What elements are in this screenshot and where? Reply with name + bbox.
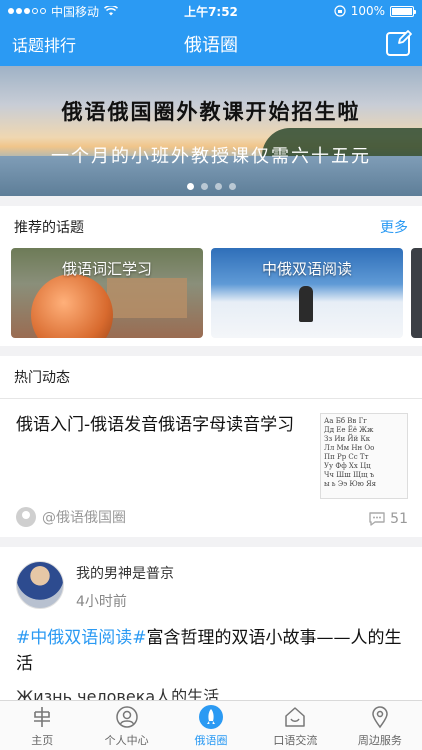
thumb-line: Чч Шш Щщ ъ: [324, 471, 375, 479]
recommended-topics: 推荐的话题 更多 俄语词汇学习 中俄双语阅读: [0, 206, 422, 346]
pager-dot[interactable]: [228, 183, 236, 190]
orientation-lock-icon: [334, 5, 346, 17]
thumb-line: ы ь Ээ Юю Яя: [324, 480, 377, 488]
house-chat-icon: [282, 704, 308, 730]
tab-speaking[interactable]: 口语交流: [253, 701, 337, 750]
signal-icon: [8, 8, 46, 14]
topic-label: 俄语词汇学习: [61, 260, 152, 278]
banner-subline: 一个月的小班外教授课仅需六十五元: [51, 146, 371, 167]
more-link[interactable]: 更多: [380, 217, 408, 237]
tab-russian-circle[interactable]: 俄语圈: [169, 701, 253, 750]
tab-bar: 主页 个人中心 俄语圈 口语交流 周边服务: [0, 700, 422, 750]
home-icon: [29, 704, 55, 730]
compose-icon[interactable]: [386, 30, 412, 56]
tab-nearby[interactable]: 周边服务: [338, 701, 422, 750]
post-time: 4小时前: [76, 594, 127, 610]
person-icon: [114, 704, 140, 730]
tab-label: 个人中心: [104, 733, 149, 747]
status-bar: 中国移动 上午7:52 100%: [0, 0, 422, 22]
hot-header: 热门动态: [0, 356, 422, 398]
topic-image-ball: [31, 274, 113, 338]
topic-image-hiker: [299, 286, 313, 322]
post-header: 我的男神是普京 4小时前: [16, 561, 408, 611]
post-source[interactable]: @俄语俄国圈: [16, 507, 126, 527]
post-tag[interactable]: #中俄双语阅读#: [16, 628, 147, 648]
tab-label: 周边服务: [357, 733, 402, 747]
pager-dot[interactable]: [200, 183, 208, 190]
tab-profile[interactable]: 个人中心: [84, 701, 168, 750]
topic-card-partial[interactable]: [411, 248, 422, 338]
carrier-label: 中国移动: [51, 4, 100, 19]
avatar[interactable]: [16, 561, 64, 609]
thumb-line: Зз Ии Йй Кк: [324, 435, 371, 443]
comment-count[interactable]: 51: [368, 511, 408, 527]
location-pin-icon: [367, 704, 393, 730]
post-thumbnail: Аа Бб Вв Гг Дд Ее Ёё Жж Зз Ии Йй Кк Лл М…: [320, 413, 408, 499]
recommended-header: 推荐的话题 更多: [0, 206, 422, 248]
post-title: 俄语入门-俄语发音俄语字母读音学习: [16, 415, 295, 435]
pager-dot[interactable]: [186, 183, 194, 190]
source-avatar: [16, 507, 36, 527]
topic-image-building: [107, 278, 187, 318]
status-left: 中国移动: [8, 3, 119, 20]
topic-card-vocabulary[interactable]: 俄语词汇学习: [11, 248, 203, 338]
source-name: @俄语俄国圈: [42, 510, 126, 526]
thumb-line: Аа Бб Вв Гг: [324, 417, 367, 425]
feed-post-bilingual[interactable]: 我的男神是普京 4小时前 #中俄双语阅读#富含哲理的双语小故事——人的生活 Жи…: [0, 547, 422, 707]
author-name[interactable]: 我的男神是普京: [76, 563, 174, 583]
tab-label: 主页: [31, 733, 54, 747]
post-author: 我的男神是普京 4小时前: [76, 561, 174, 611]
topic-row: 俄语词汇学习 中俄双语阅读: [0, 248, 422, 338]
promo-banner[interactable]: 俄语俄国圈外教课开始招生啦 一个月的小班外教授课仅需六十五元: [0, 66, 422, 196]
battery-icon: [390, 5, 416, 17]
comment-icon: [369, 512, 385, 526]
thumb-line: Дд Ее Ёё Жж: [324, 426, 374, 434]
top-bar: 中国移动 上午7:52 100% 话题排行 俄语圈: [0, 0, 422, 66]
banner-headline: 俄语俄国圈外教课开始招生啦: [61, 100, 361, 124]
post-body: #中俄双语阅读#富含哲理的双语小故事——人的生活: [16, 625, 408, 677]
tab-label: 俄语圈: [194, 733, 228, 747]
feed-gap: [0, 537, 422, 547]
topic-label: 中俄双语阅读: [261, 260, 352, 278]
nav-bar: 话题排行 俄语圈: [0, 22, 422, 66]
thumb-line: Лл Мм Нн Оо: [324, 444, 375, 452]
thumb-line: Уу Фф Хх Цц: [324, 462, 371, 470]
rocket-icon: [198, 704, 224, 730]
pager-dot[interactable]: [214, 183, 222, 190]
topic-card-bilingual-reading[interactable]: 中俄双语阅读: [211, 248, 403, 338]
tab-home[interactable]: 主页: [0, 701, 84, 750]
hot-feed: 热门动态 俄语入门-俄语发音俄语字母读音学习 Аа Бб Вв Гг Дд Ее…: [0, 356, 422, 750]
recommended-heading: 推荐的话题: [14, 220, 84, 236]
topic-ranking-button[interactable]: 话题排行: [12, 32, 76, 56]
banner-pager: [0, 183, 422, 190]
feed-post-alphabet[interactable]: 俄语入门-俄语发音俄语字母读音学习 Аа Бб Вв Гг Дд Ее Ёё Ж…: [0, 399, 422, 537]
battery-percent: 100%: [350, 4, 385, 18]
status-right: 100%: [334, 4, 416, 18]
tab-label: 口语交流: [273, 733, 318, 747]
thumb-line: Пп Рр Сс Тт: [324, 453, 369, 461]
wifi-icon: [104, 6, 119, 16]
hot-heading: 热门动态: [14, 370, 70, 386]
comment-count-value: 51: [390, 511, 408, 527]
